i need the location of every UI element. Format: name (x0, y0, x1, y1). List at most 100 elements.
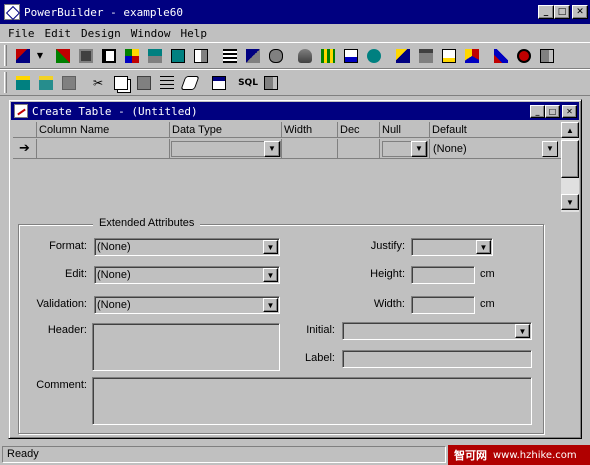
app-window-controls: _ □ ✕ (538, 5, 588, 19)
exit-icon[interactable] (536, 45, 558, 67)
run-man-icon[interactable] (490, 45, 512, 67)
create-table-window: Create Table - (Untitled) _ □ ✕ Column N… (8, 99, 582, 439)
height-input[interactable] (411, 266, 475, 284)
scroll-down-arrow-icon[interactable]: ▼ (561, 194, 579, 210)
child-close-button[interactable]: ✕ (562, 104, 577, 118)
width-input[interactable] (282, 138, 338, 159)
header-data-type: Data Type (170, 122, 282, 138)
height-label: Height: (370, 268, 405, 280)
table-toolbar: ✂ SQL (0, 69, 590, 96)
app-close-button[interactable]: ✕ (572, 5, 588, 19)
child-maximize-button[interactable]: □ (545, 104, 560, 118)
edit-label: Edit: (64, 268, 87, 280)
properties-icon[interactable] (208, 72, 230, 94)
chevron-down-icon[interactable]: ▼ (542, 140, 558, 157)
powerbuilder-app-icon[interactable] (4, 4, 20, 20)
chevron-down-icon[interactable]: ▼ (263, 298, 278, 312)
window-icon[interactable] (75, 45, 97, 67)
row-indicator-arrow-icon: ➔ (13, 138, 37, 159)
chevron-down-icon[interactable]: ▼ (476, 240, 491, 254)
chevron-down-icon[interactable]: ▼ (263, 240, 278, 254)
status-text: Ready (2, 446, 446, 463)
header-textarea[interactable] (92, 323, 280, 371)
scroll-thumb[interactable] (561, 140, 579, 178)
edit-icon[interactable] (438, 45, 460, 67)
close-table-icon[interactable] (260, 72, 282, 94)
new-icon[interactable] (12, 45, 34, 67)
query-icon[interactable] (190, 45, 212, 67)
toolbar-grip[interactable] (4, 72, 7, 93)
library-icon[interactable] (340, 45, 362, 67)
menu-window[interactable]: Window (127, 27, 177, 40)
chevron-down-icon[interactable]: ▼ (515, 324, 530, 338)
data-pipeline-icon[interactable] (294, 45, 316, 67)
menu-icon[interactable] (98, 45, 120, 67)
scroll-up-arrow-icon[interactable]: ▲ (561, 122, 579, 138)
header-column-name: Column Name (37, 122, 170, 138)
stop-icon[interactable] (513, 45, 535, 67)
comment-label: Comment: (36, 379, 87, 391)
chevron-down-icon[interactable]: ▼ (411, 140, 427, 157)
dec-input[interactable] (338, 138, 380, 159)
sql-icon[interactable]: SQL (237, 72, 259, 94)
justify-select[interactable]: ▼ (411, 238, 493, 256)
width-label: Width: (373, 298, 405, 310)
data-type-select[interactable]: ▼ (170, 138, 282, 159)
default-value: (None) (433, 142, 467, 155)
app-minimize-button[interactable]: _ (538, 5, 554, 19)
chevron-down-icon[interactable]: ▼ (263, 268, 278, 282)
menu-help[interactable]: Help (177, 27, 214, 40)
comment-textarea[interactable] (92, 377, 532, 425)
menu-edit[interactable]: Edit (41, 27, 78, 40)
column-name-input[interactable] (37, 138, 170, 159)
open-table-icon[interactable] (35, 72, 57, 94)
toolbar-grip[interactable] (4, 45, 7, 66)
save-icon[interactable] (58, 72, 80, 94)
label-input[interactable] (342, 350, 532, 368)
initial-select[interactable]: ▼ (342, 322, 532, 340)
copy-icon[interactable] (110, 72, 132, 94)
chevron-down-icon[interactable]: ▼ (264, 140, 280, 157)
app-maximize-button[interactable]: □ (554, 5, 570, 19)
header-dec: Dec (338, 122, 380, 138)
menu-design[interactable]: Design (77, 27, 127, 40)
create-table-icon[interactable] (12, 72, 34, 94)
project-icon[interactable] (317, 45, 339, 67)
child-window-controls: _ □ ✕ (530, 104, 577, 118)
function-icon[interactable] (144, 45, 166, 67)
run-icon[interactable] (392, 45, 414, 67)
table-painter-icon[interactable] (14, 104, 28, 118)
watermark-url: www.hzhike.com (493, 449, 577, 461)
user-object-icon[interactable] (242, 45, 264, 67)
height-unit: cm (480, 268, 495, 280)
database-icon[interactable] (265, 45, 287, 67)
debug-icon[interactable] (363, 45, 385, 67)
insert-row-icon[interactable] (156, 72, 178, 94)
null-select[interactable]: ▼ (380, 138, 430, 159)
format-value: (None) (97, 241, 131, 253)
extended-attributes-group: Extended Attributes Format: (None) ▼ Edi… (18, 217, 544, 434)
application-icon[interactable] (52, 45, 74, 67)
structure-icon[interactable] (121, 45, 143, 67)
clear-icon[interactable] (179, 72, 201, 94)
datawindow-icon[interactable] (167, 45, 189, 67)
help-icon[interactable] (461, 45, 483, 67)
pipeline-icon[interactable] (219, 45, 241, 67)
child-minimize-button[interactable]: _ (530, 104, 545, 118)
format-label: Format: (49, 240, 87, 252)
cut-icon[interactable]: ✂ (87, 72, 109, 94)
column-grid: Column Name Data Type Width Dec Null Def… (13, 122, 579, 212)
grid-vertical-scrollbar[interactable]: ▲ ▼ (561, 122, 579, 212)
validation-select[interactable]: (None) ▼ (94, 296, 280, 314)
format-select[interactable]: (None) ▼ (94, 238, 280, 256)
default-select[interactable]: (None) ▼ (430, 139, 561, 159)
edit-select[interactable]: (None) ▼ (94, 266, 280, 284)
header-null: Null (380, 122, 430, 138)
app-title-bar: PowerBuilder - example60 _ □ ✕ (0, 0, 590, 24)
browser-icon[interactable] (415, 45, 437, 67)
menu-bar: File Edit Design Window Help (0, 24, 590, 42)
paste-icon[interactable] (133, 72, 155, 94)
menu-file[interactable]: File (4, 27, 41, 40)
width-field[interactable] (411, 296, 475, 314)
dropdown-arrow-icon[interactable]: ▼ (35, 45, 45, 67)
